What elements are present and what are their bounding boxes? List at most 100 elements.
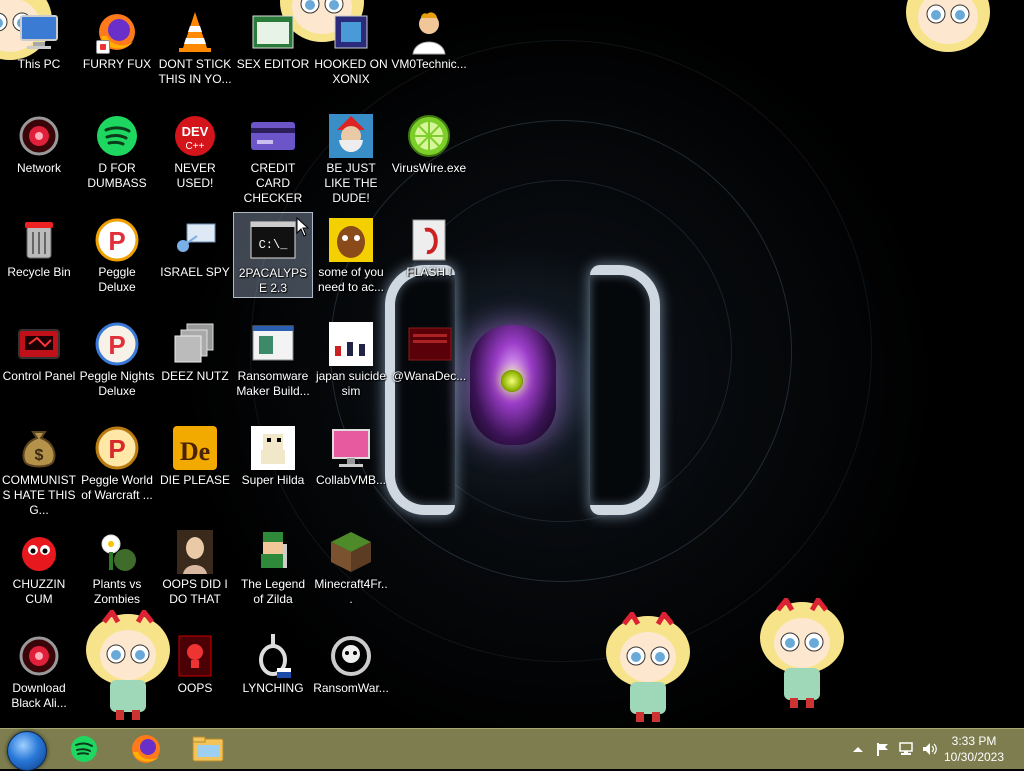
icon-label: DIE PLEASE — [159, 473, 231, 487]
desktop-icon-peggle-deluxe[interactable]: P Peggle Deluxe — [78, 208, 156, 312]
action-center-flag-icon[interactable] — [874, 742, 890, 756]
icon-label: OOPS — [177, 681, 213, 695]
desktop-icon-flash[interactable]: FLASH ! — [390, 208, 468, 312]
desktop-icon-japan-suicide-sim[interactable]: japan suicide sim — [312, 312, 390, 416]
icon-label: Network — [16, 161, 61, 175]
desktop-icon-viruswire[interactable]: VirusWire.exe — [390, 104, 468, 208]
desktop-icon-oops[interactable]: OOPS — [156, 624, 234, 728]
file-explorer-icon — [192, 736, 224, 762]
credit-card-icon — [251, 122, 295, 150]
desktop-icon-peggle-wow[interactable]: P Peggle World of Warcraft ... — [78, 416, 156, 520]
taskbar-clock[interactable]: 3:33 PM 10/30/2023 — [938, 733, 1010, 765]
icon-label: Minecraft4Fr... — [314, 577, 388, 606]
desktop-icon-die-please[interactable]: De DIE PLEASE — [156, 416, 234, 520]
icon-label: FLASH ! — [406, 265, 452, 279]
network-spy-icon — [177, 223, 216, 252]
icon-label: CollabVMB... — [315, 473, 387, 487]
volume-icon[interactable] — [922, 742, 938, 756]
desktop-icon-this-pc[interactable]: This PC — [0, 0, 78, 104]
icon-label: This PC — [17, 57, 61, 71]
desktop-icon-download-black-ali[interactable]: Download Black Ali... — [0, 624, 78, 728]
desktop[interactable]: This PC Network Recycle Bin Control Pane… — [0, 0, 1024, 728]
desktop-icon-sex-editor[interactable]: SEX EDITOR — [234, 0, 312, 104]
peggle-nights-icon: P — [95, 322, 139, 366]
icon-label: Control Panel — [2, 369, 76, 383]
show-hidden-icons-icon[interactable] — [850, 742, 866, 756]
icon-label: SEX EDITOR — [236, 57, 310, 71]
icon-label: Peggle Nights Deluxe — [79, 369, 155, 398]
desktop-icon-minecraft[interactable]: Minecraft4Fr... — [312, 520, 390, 624]
chuzzle-icon — [22, 537, 56, 571]
icon-label: NEVER USED! — [174, 161, 216, 190]
svg-text:C:\_: C:\_ — [259, 238, 289, 252]
desktop-icon-be-just-like-the-dude[interactable]: BE JUST LIKE THE DUDE! — [312, 104, 390, 208]
desktop-icon-dont-stick[interactable]: DONT STICK THIS IN YO... — [156, 0, 234, 104]
cartoon-sticker-bottom-right — [760, 598, 844, 708]
icon-label: LYNCHING — [242, 681, 304, 695]
icon-label: @WanaDec... — [391, 369, 467, 383]
pixel-hero-icon — [261, 532, 287, 568]
icon-label: VM0Technic... — [391, 57, 467, 71]
desktop-icon-collabvm[interactable]: CollabVMB... — [312, 416, 390, 520]
desktop-icon-communists[interactable]: $ COMMUNISTS HATE THIS G... — [0, 416, 78, 520]
plants-vs-zombies-icon — [101, 534, 136, 571]
icon-label: D FOR DUMBASS — [87, 161, 147, 190]
desktop-icon-plants-vs-zombies[interactable]: Plants vs Zombies — [78, 520, 156, 624]
icon-label: 2PACALYPSE 2.3 — [238, 266, 308, 295]
skull-ring-icon — [331, 636, 371, 676]
desktop-icon-never-used[interactable]: DEV C++ NEVER USED! — [156, 104, 234, 208]
desktop-icon-oops-did-i[interactable]: OOPS DID I DO THAT — [156, 520, 234, 624]
desktop-icon-lynching[interactable]: LYNCHING — [234, 624, 312, 728]
computer-icon — [20, 15, 58, 49]
desktop-icon-hooked-on-xonix[interactable]: HOOKED ON XONIX — [312, 0, 390, 104]
icon-label: ISRAEL SPY — [160, 265, 230, 279]
terminal-icon: C:\_ — [250, 221, 296, 259]
network-tray-icon[interactable] — [898, 742, 914, 756]
money-bag-icon: $ — [22, 431, 56, 468]
svg-text:P: P — [108, 434, 125, 464]
taskbar-file-explorer-button[interactable] — [188, 732, 228, 766]
desktop-icon-vm0technic[interactable]: VM0Technic... — [390, 0, 468, 104]
desktop-icon-peggle-nights[interactable]: P Peggle Nights Deluxe — [78, 312, 156, 416]
desktop-icon-wanadecryptor[interactable]: @WanaDec... — [390, 312, 468, 416]
desktop-icon-furry-fux[interactable]: FURRY FUX — [78, 0, 156, 104]
red-skull-icon — [178, 635, 212, 677]
shortcut-arrow-icon — [96, 40, 110, 54]
icon-label: Peggle Deluxe — [98, 265, 136, 294]
desktop-icon-d-for-dumbass[interactable]: D FOR DUMBASS — [78, 104, 156, 208]
vlc-cone-icon — [179, 12, 211, 52]
portrait-icon — [177, 530, 213, 574]
desktop-icon-chuzzin-cum[interactable]: CHUZZIN CUM — [0, 520, 78, 624]
desktop-icon-recycle-bin[interactable]: Recycle Bin — [0, 208, 78, 312]
icon-label: Ransomware Maker Build... — [236, 369, 310, 398]
desktop-icon-ransomware-maker[interactable]: Ransomware Maker Build... — [234, 312, 312, 416]
svg-text:De: De — [180, 437, 210, 466]
desktop-icon-control-panel[interactable]: Control Panel — [0, 312, 78, 416]
doctor-icon — [412, 12, 446, 55]
santa-icon — [329, 114, 373, 158]
desktop-icon-credit-card-checker[interactable]: CREDIT CARD CHECKER — [234, 104, 312, 208]
icon-label: RansomWar... — [313, 681, 389, 695]
start-orb-icon[interactable] — [7, 731, 47, 771]
icon-label: CHUZZIN CUM — [12, 577, 66, 606]
desktop-icon-ransomwar[interactable]: RansomWar... — [312, 624, 390, 728]
icon-label: some of you need to ac... — [317, 265, 385, 294]
stacked-windows-icon — [174, 323, 214, 363]
desktop-icon-super-hilda[interactable]: Super Hilda — [234, 416, 312, 520]
pink-monitor-icon — [332, 429, 370, 467]
desktop-icon-legend-of-zilda[interactable]: The Legend of Zilda — [234, 520, 312, 624]
grass-block-icon — [331, 532, 371, 572]
icon-label: Recycle Bin — [7, 265, 71, 279]
desktop-icon-network[interactable]: Network — [0, 104, 78, 208]
moose-icon — [329, 218, 373, 262]
desktop-icon-some-of-you[interactable]: some of you need to ac... — [312, 208, 390, 312]
japan-sim-icon — [329, 322, 373, 366]
taskbar-spotify-button[interactable] — [64, 732, 104, 766]
limewire-icon — [408, 115, 450, 157]
svg-text:DEV: DEV — [182, 124, 209, 139]
desktop-icon-israel-spy[interactable]: ISRAEL SPY — [156, 208, 234, 312]
icon-label: OOPS DID I DO THAT — [162, 577, 228, 606]
wannadecryptor-icon — [408, 327, 452, 361]
taskbar-firefox-button[interactable] — [126, 732, 166, 766]
desktop-icon-deez-nutz[interactable]: DEEZ NUTZ — [156, 312, 234, 416]
